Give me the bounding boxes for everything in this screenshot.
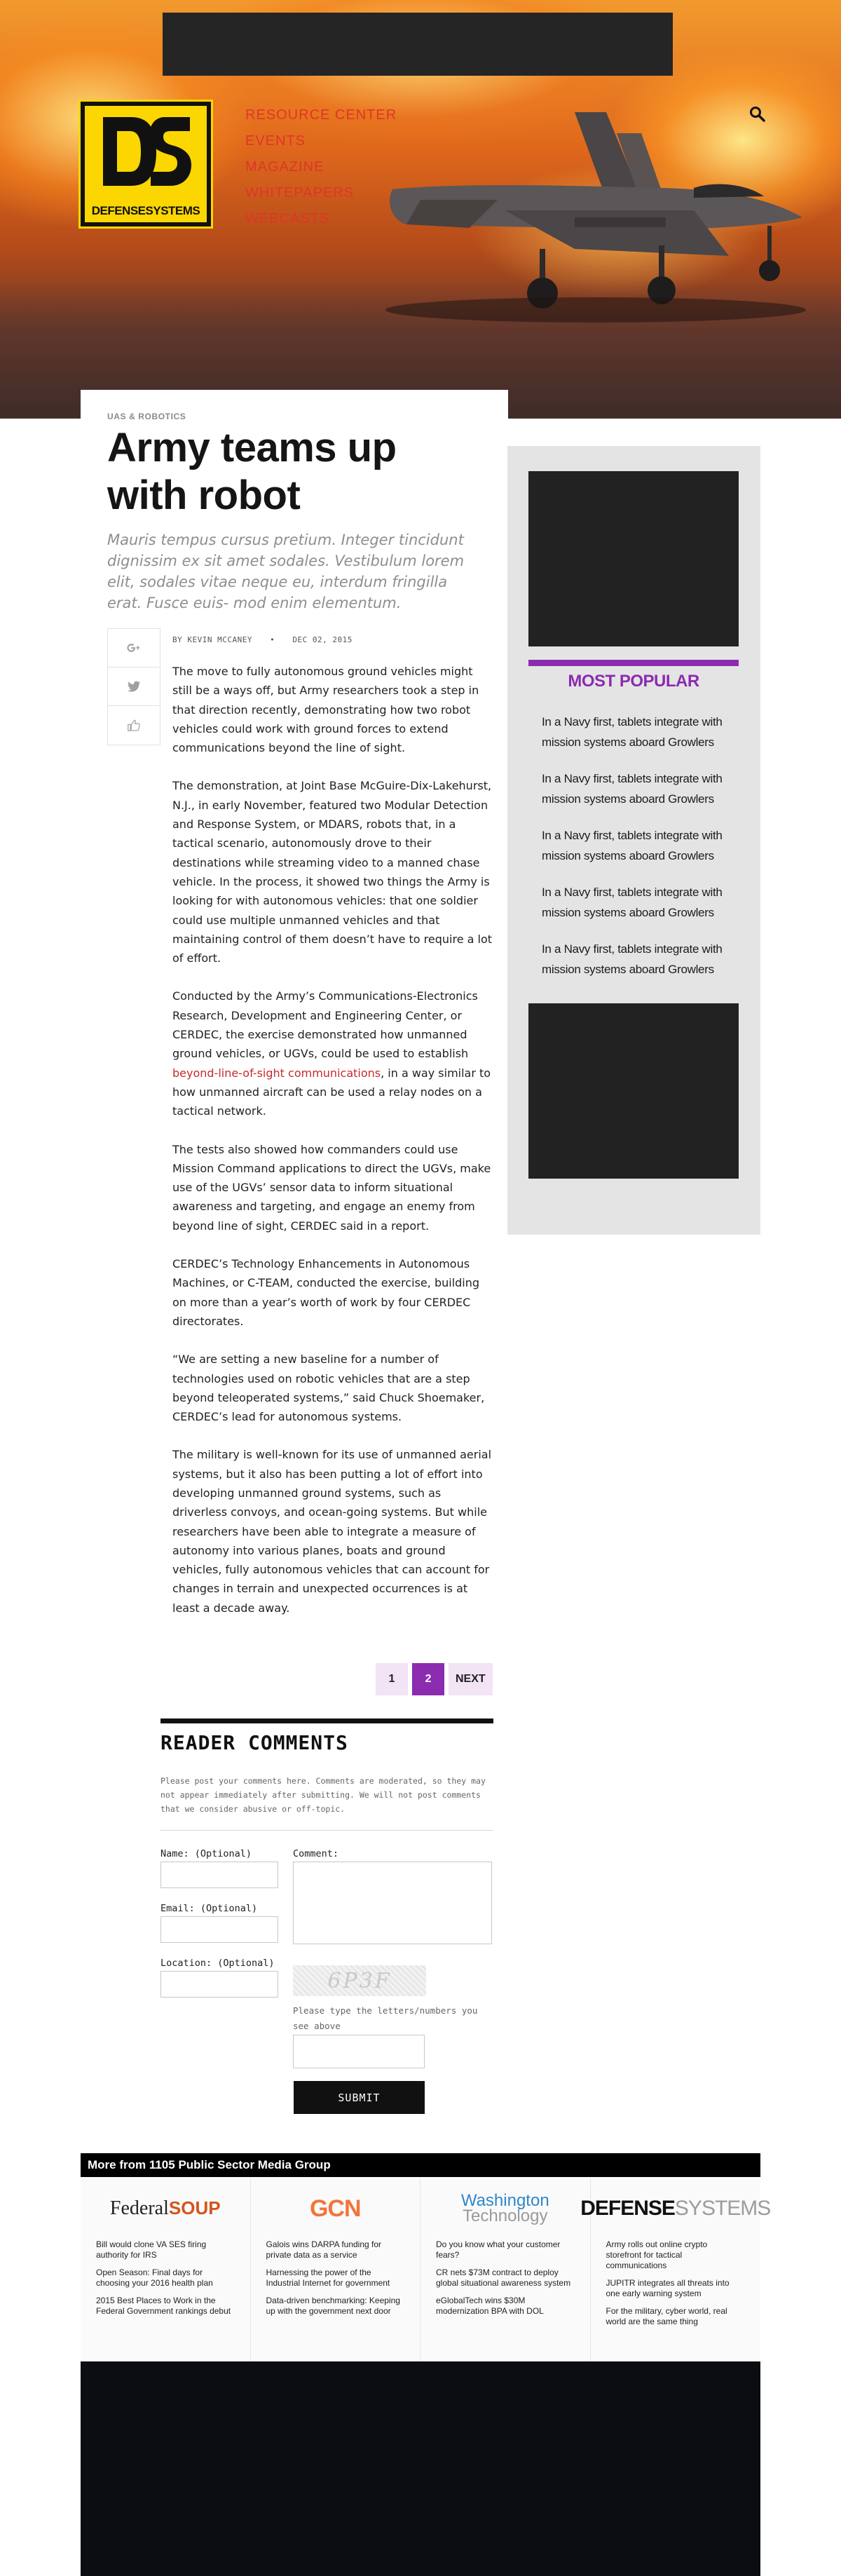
nav-magazine[interactable]: MAGAZINE bbox=[245, 154, 397, 180]
page-1-button[interactable]: 1 bbox=[376, 1663, 408, 1695]
body-paragraph: The move to fully autonomous ground vehi… bbox=[172, 665, 479, 755]
site-logo[interactable]: DEFENSESYSTEMS bbox=[78, 100, 213, 229]
share-bar bbox=[107, 628, 160, 745]
thumbs-up-icon bbox=[128, 719, 140, 731]
email-label: Email: (Optional) bbox=[160, 1903, 258, 1914]
logo-wordmark: DEFENSESYSTEMS bbox=[91, 204, 200, 217]
captcha-help-text: Please type the letters/numbers you see … bbox=[293, 2005, 478, 2031]
body-paragraph: CERDEC’s Technology Enhancements in Auto… bbox=[172, 1257, 480, 1328]
defense-systems-logo-text: DEFENSE bbox=[580, 2197, 676, 2220]
nav-events[interactable]: EVENTS bbox=[245, 128, 397, 154]
nav-resource-center[interactable]: RESOURCE CENTER bbox=[245, 102, 397, 128]
network-link[interactable]: Data-driven benchmarking: Keeping up wit… bbox=[266, 2296, 405, 2317]
gcn-logo-text: GCN bbox=[309, 2195, 362, 2222]
article-body: The move to fully autonomous ground vehi… bbox=[172, 662, 495, 1636]
popular-item[interactable]: In a Navy first, tablets integrate with … bbox=[542, 712, 731, 768]
footer bbox=[81, 2361, 760, 2576]
article-author[interactable]: BY KEVIN MCCANEY bbox=[172, 635, 252, 644]
network-link[interactable]: CR nets $73M contract to deploy global s… bbox=[436, 2267, 575, 2289]
google-plus-share-button[interactable] bbox=[108, 629, 160, 667]
network-column-defensesystems: DEFENSESYSTEMS Army rolls out online cry… bbox=[580, 2178, 771, 2361]
most-popular-divider bbox=[528, 660, 739, 666]
article-byline: BY KEVIN MCCANEY • DEC 02, 2015 bbox=[172, 635, 353, 644]
federal-soup-logo[interactable]: FederalSOUP bbox=[96, 2190, 235, 2227]
network-link[interactable]: Harnessing the power of the Industrial I… bbox=[266, 2267, 405, 2289]
nav-webcasts[interactable]: WEBCASTS bbox=[245, 206, 397, 232]
article-category[interactable]: UAS & ROBOTICS bbox=[107, 412, 186, 421]
network-column-gcn: GCN Galois wins DARPA funding for privat… bbox=[250, 2178, 420, 2361]
popular-item[interactable]: In a Navy first, tablets integrate with … bbox=[542, 939, 731, 996]
washington-technology-logo[interactable]: Washington Technology bbox=[436, 2190, 575, 2227]
comments-top-rule bbox=[160, 1719, 493, 1723]
article-headline: Army teams up with robot bbox=[107, 425, 397, 518]
name-input[interactable] bbox=[160, 1862, 278, 1888]
network-link[interactable]: Do you know what your customer fears? bbox=[436, 2239, 575, 2260]
inline-article-link[interactable]: beyond-line-of-sight communications bbox=[172, 1066, 381, 1080]
body-paragraph: “We are setting a new baseline for a num… bbox=[172, 1353, 485, 1424]
comment-label: Comment: bbox=[293, 1848, 339, 1859]
body-paragraph-text: Conducted by the Army’s Communications-E… bbox=[172, 989, 478, 1061]
network-link[interactable]: Galois wins DARPA funding for private da… bbox=[266, 2239, 405, 2260]
body-paragraph: The demonstration, at Joint Base McGuire… bbox=[172, 779, 493, 965]
captcha-input[interactable] bbox=[293, 2035, 425, 2068]
submit-comment-button[interactable]: SUBMIT bbox=[294, 2081, 425, 2114]
network-link[interactable]: Open Season: Final days for choosing you… bbox=[96, 2267, 235, 2289]
popular-item[interactable]: In a Navy first, tablets integrate with … bbox=[542, 882, 731, 939]
sidebar-ad-bottom[interactable] bbox=[528, 1003, 739, 1179]
google-plus-icon bbox=[127, 644, 140, 652]
comment-textarea[interactable] bbox=[293, 1862, 492, 1944]
network-link[interactable]: For the military, cyber world, real worl… bbox=[606, 2306, 746, 2327]
defense-systems-logo[interactable]: DEFENSESYSTEMS bbox=[580, 2190, 771, 2227]
twitter-icon bbox=[127, 681, 141, 692]
body-paragraph: The tests also showed how commanders cou… bbox=[172, 1142, 491, 1233]
comments-note: Please post your comments here. Comments… bbox=[160, 1776, 486, 1814]
email-input[interactable] bbox=[160, 1916, 278, 1943]
network-link[interactable]: JUPITR integrates all threats into one e… bbox=[606, 2278, 746, 2299]
next-page-button[interactable]: NEXT bbox=[449, 1663, 493, 1695]
search-icon[interactable] bbox=[748, 105, 767, 123]
byline-separator: • bbox=[270, 635, 275, 644]
comments-title: READER COMMENTS bbox=[160, 1731, 348, 1754]
popular-item[interactable]: In a Navy first, tablets integrate with … bbox=[542, 768, 731, 825]
main-nav: RESOURCE CENTER EVENTS MAGAZINE WHITEPAP… bbox=[245, 102, 397, 232]
comments-divider bbox=[160, 1830, 493, 1831]
body-paragraph: Conducted by the Army’s Communications-E… bbox=[172, 987, 495, 1120]
gcn-logo[interactable]: GCN bbox=[266, 2190, 405, 2227]
most-popular-list: In a Navy first, tablets integrate with … bbox=[542, 712, 731, 996]
washington-technology-logo-accent: Technology bbox=[463, 2206, 548, 2225]
federal-soup-logo-accent: SOUP bbox=[168, 2197, 221, 2218]
popular-item[interactable]: In a Navy first, tablets integrate with … bbox=[542, 825, 731, 882]
sidebar-ad-top[interactable] bbox=[528, 471, 739, 646]
top-ad-banner[interactable] bbox=[163, 13, 673, 76]
network-link[interactable]: 2015 Best Places to Work in the Federal … bbox=[96, 2296, 235, 2317]
captcha-text: 6P3F bbox=[327, 1968, 392, 1993]
network-columns: FederalSOUP Bill would clone VA SES firi… bbox=[81, 2178, 771, 2361]
article-date: DEC 02, 2015 bbox=[292, 635, 353, 644]
most-popular-title: MOST POPULAR bbox=[568, 672, 699, 691]
fighter-jet-image bbox=[385, 112, 806, 323]
network-column-washtech: Washington Technology Do you know what yo… bbox=[420, 2178, 591, 2361]
captcha-image: 6P3F bbox=[293, 1965, 426, 1996]
network-link[interactable]: eGlobalTech wins $30M modernization BPA … bbox=[436, 2296, 575, 2317]
location-input[interactable] bbox=[160, 1971, 278, 1998]
like-share-button[interactable] bbox=[108, 706, 160, 745]
network-link[interactable]: Army rolls out online crypto storefront … bbox=[606, 2239, 746, 2271]
name-label: Name: (Optional) bbox=[160, 1848, 252, 1859]
nav-whitepapers[interactable]: WHITEPAPERS bbox=[245, 180, 397, 206]
location-label: Location: (Optional) bbox=[160, 1958, 275, 1969]
federal-soup-logo-text: Federal bbox=[109, 2197, 169, 2219]
network-column-fedsoup: FederalSOUP Bill would clone VA SES firi… bbox=[81, 2178, 251, 2361]
network-heading: More from 1105 Public Sector Media Group bbox=[81, 2153, 760, 2177]
twitter-share-button[interactable] bbox=[108, 667, 160, 706]
hero-banner: DEFENSESYSTEMS RESOURCE CENTER EVENTS MA… bbox=[0, 0, 841, 419]
page-2-button[interactable]: 2 bbox=[412, 1663, 444, 1695]
body-paragraph: The military is well-known for its use o… bbox=[172, 1448, 492, 1615]
network-link[interactable]: Bill would clone VA SES firing authority… bbox=[96, 2239, 235, 2260]
defense-systems-logo-accent: SYSTEMS bbox=[674, 2197, 771, 2220]
ds-logo-mark bbox=[103, 117, 191, 186]
article-deck: Mauris tempus cursus pretium. Integer ti… bbox=[107, 531, 465, 611]
pagination: 1 2 NEXT bbox=[376, 1663, 493, 1695]
